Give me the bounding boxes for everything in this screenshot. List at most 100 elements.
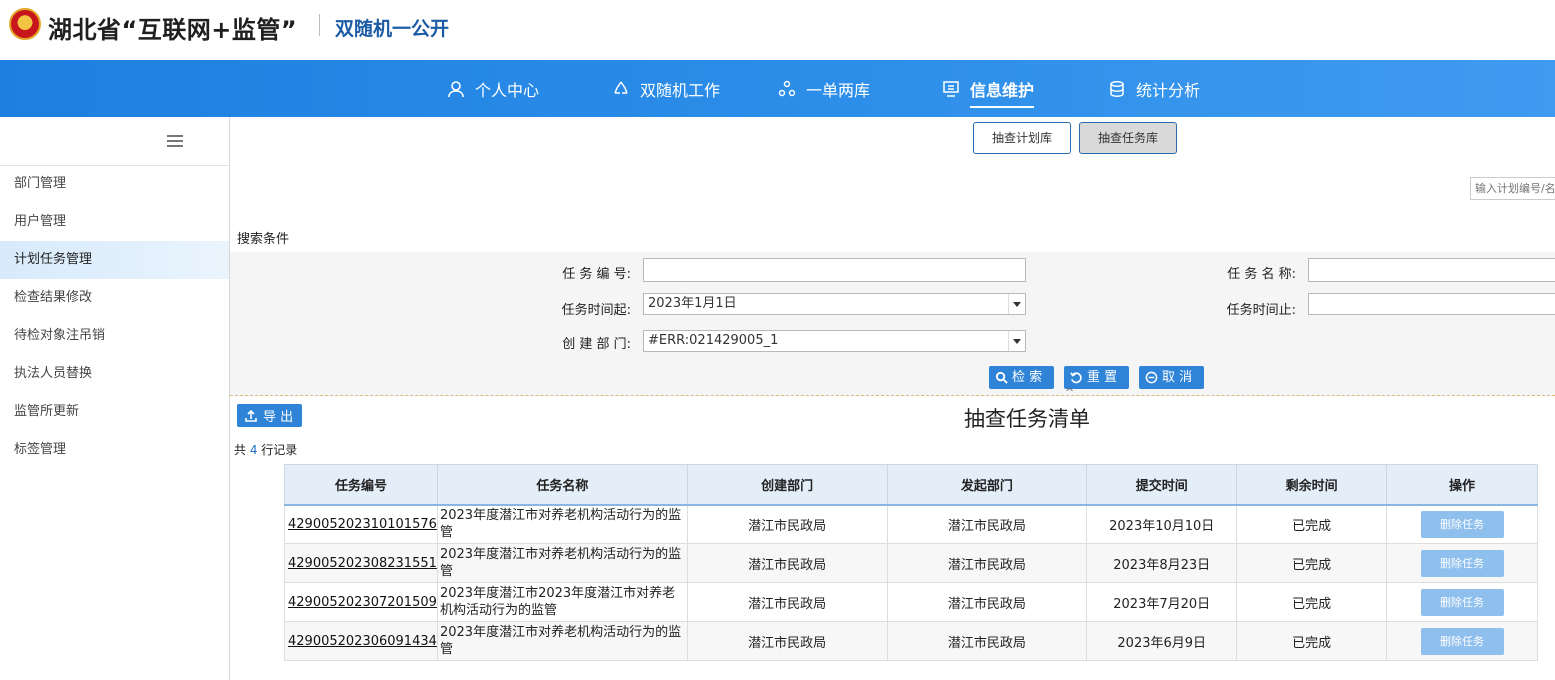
nav-item-double-random-work[interactable]: 双随机工作	[612, 60, 720, 117]
time-start-value: 2023年1月1日	[648, 296, 737, 311]
upload-icon	[245, 409, 257, 422]
chevron-down-icon	[1008, 294, 1025, 314]
task-id-input[interactable]	[643, 258, 1026, 282]
main-nav: 个人中心 双随机工作 一单两库 信息维护 统计分析	[0, 60, 1555, 117]
action-cell: 删除任务	[1386, 504, 1538, 544]
time-end-input[interactable]	[1308, 293, 1555, 315]
sidebar-item-inspection-result[interactable]: 检查结果修改	[0, 279, 229, 317]
create-dept-cell: 潜江市民政局	[686, 621, 888, 661]
table-header-row: 任务编号 任务名称 创建部门 发起部门 提交时间 剩余时间 操作	[284, 464, 1538, 506]
task-name-cell: 2023年度潜江市对养老机构活动行为的监管	[436, 504, 688, 544]
delete-task-button[interactable]: 删除任务	[1420, 588, 1504, 616]
nav-item-personal-center[interactable]: 个人中心	[447, 60, 539, 117]
search-icon	[995, 371, 1008, 384]
submit-time-cell: 2023年7月20日	[1086, 582, 1238, 622]
time-start-select[interactable]: 2023年1月1日	[643, 293, 1026, 315]
sidebar-item-tag[interactable]: 标签管理	[0, 431, 229, 469]
delete-task-button[interactable]: 删除任务	[1420, 549, 1504, 577]
delete-task-button[interactable]: 删除任务	[1420, 627, 1504, 655]
nodes-icon	[778, 80, 796, 96]
col-header-submit-time: 提交时间	[1086, 464, 1238, 506]
chevron-down-icon	[1008, 331, 1025, 351]
action-cell: 删除任务	[1386, 543, 1538, 583]
col-header-init-dept: 发起部门	[886, 464, 1088, 506]
dept-label: 创 建 部 门:	[562, 337, 631, 352]
task-id-label: 任 务 编 号:	[562, 267, 631, 282]
task-id-cell: 429005202308231551	[284, 543, 438, 583]
tab-task-library[interactable]: 抽查任务库	[1079, 122, 1177, 154]
collapse-caret-icon[interactable]: ^	[1065, 386, 1074, 399]
init-dept-cell: 潜江市民政局	[886, 621, 1088, 661]
site-title: 湖北省“互联网+监管”	[48, 16, 298, 44]
menu-toggle-icon[interactable]	[167, 135, 183, 147]
create-dept-cell: 潜江市民政局	[686, 504, 888, 544]
export-button[interactable]: 导 出	[237, 404, 302, 427]
sidebar-item-object-cancel[interactable]: 待检对象注吊销	[0, 317, 229, 355]
user-icon	[448, 80, 464, 97]
record-count-suffix: 行记录	[257, 443, 298, 457]
nav-item-label: 信息维护	[970, 80, 1035, 100]
task-id-link[interactable]: 429005202307201509	[288, 595, 437, 610]
col-header-task-name: 任务名称	[436, 464, 688, 506]
col-header-create-dept: 创建部门	[686, 464, 888, 506]
cancel-button[interactable]: 取 消	[1139, 366, 1204, 389]
tab-plan-library[interactable]: 抽查计划库	[973, 122, 1071, 154]
nav-item-label: 双随机工作	[640, 80, 721, 100]
task-name-label: 任 务 名 称:	[1227, 267, 1296, 282]
action-cell: 删除任务	[1386, 582, 1538, 622]
reset-button-label: 重 置	[1087, 370, 1118, 385]
record-count: 共 4 行记录	[234, 441, 297, 458]
task-id-link[interactable]: 429005202310101576	[288, 517, 437, 532]
dept-select[interactable]: #ERR:021429005_1	[643, 330, 1026, 352]
search-button-label: 检 索	[1012, 370, 1043, 385]
create-dept-cell: 潜江市民政局	[686, 582, 888, 622]
task-id-link[interactable]: 429005202308231551	[288, 556, 437, 571]
search-conditions-title: 搜索条件	[237, 232, 290, 247]
undo-icon	[1070, 372, 1082, 384]
delete-task-button[interactable]: 删除任务	[1420, 510, 1504, 538]
nav-item-label: 统计分析	[1136, 80, 1201, 100]
init-dept-cell: 潜江市民政局	[886, 504, 1088, 544]
minus-circle-icon	[1145, 371, 1158, 384]
remaining-cell: 已完成	[1236, 504, 1387, 544]
nav-item-one-list-two-libraries[interactable]: 一单两库	[778, 60, 870, 117]
table-row: 429005202306091434 2023年度潜江市对养老机构活动行为的监管…	[284, 621, 1538, 661]
sidebar-item-plan-task[interactable]: 计划任务管理	[0, 241, 229, 279]
time-start-label: 任务时间起:	[561, 303, 631, 318]
nav-item-label: 一单两库	[806, 80, 871, 100]
remaining-cell: 已完成	[1236, 582, 1387, 622]
create-dept-cell: 潜江市民政局	[686, 543, 888, 583]
export-button-label: 导 出	[263, 410, 294, 425]
task-id-cell: 429005202306091434	[284, 621, 438, 661]
active-underline	[970, 106, 1035, 108]
table-row: 429005202308231551 2023年度潜江市对养老机构活动行为的监管…	[284, 543, 1538, 583]
task-id-link[interactable]: 429005202306091434	[288, 634, 437, 649]
national-emblem-icon	[9, 8, 41, 40]
task-name-cell: 2023年度潜江市2023年度潜江市对养老机构活动行为的监管	[436, 582, 688, 622]
task-name-input[interactable]	[1308, 258, 1555, 282]
init-dept-cell: 潜江市民政局	[886, 543, 1088, 583]
action-cell: 删除任务	[1386, 621, 1538, 661]
top-header: 湖北省“互联网+监管” 双随机一公开	[0, 0, 1555, 60]
task-name-cell: 2023年度潜江市对养老机构活动行为的监管	[436, 621, 688, 661]
nav-item-statistics[interactable]: 统计分析	[1108, 60, 1200, 117]
nav-item-info-maintenance[interactable]: 信息维护	[942, 60, 1035, 117]
search-button[interactable]: 检 索	[989, 366, 1054, 389]
sidebar-item-enforcer-replace[interactable]: 执法人员替换	[0, 355, 229, 393]
submit-time-cell: 2023年10月10日	[1086, 504, 1238, 544]
task-id-cell: 429005202307201509	[284, 582, 438, 622]
sidebar-item-supervisor-update[interactable]: 监管所更新	[0, 393, 229, 431]
plan-search-input[interactable]	[1470, 177, 1555, 200]
nav-item-label: 个人中心	[475, 80, 540, 100]
remaining-cell: 已完成	[1236, 543, 1387, 583]
table-row: 429005202310101576 2023年度潜江市对养老机构活动行为的监管…	[284, 504, 1538, 544]
remaining-cell: 已完成	[1236, 621, 1387, 661]
sidebar: 部门管理 用户管理 计划任务管理 检查结果修改 待检对象注吊销 执法人员替换 监…	[0, 117, 230, 680]
col-header-task-id: 任务编号	[284, 464, 438, 506]
recycle-icon	[614, 81, 628, 94]
sidebar-item-user[interactable]: 用户管理	[0, 203, 229, 241]
init-dept-cell: 潜江市民政局	[886, 582, 1088, 622]
dept-value: #ERR:021429005_1	[648, 333, 779, 348]
sidebar-item-department[interactable]: 部门管理	[0, 165, 229, 203]
time-end-label: 任务时间止:	[1226, 303, 1296, 318]
